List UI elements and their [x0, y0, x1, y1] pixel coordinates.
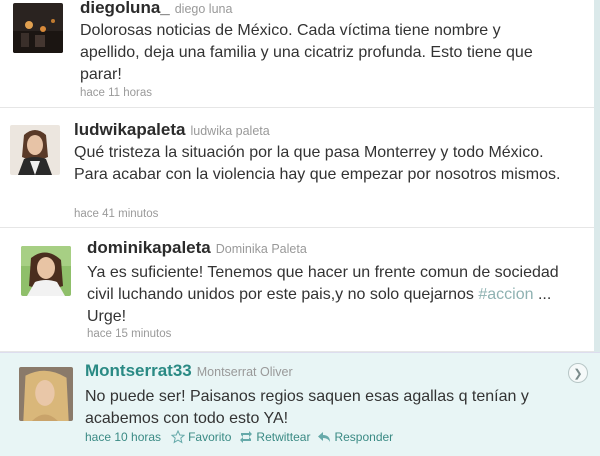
chevron-right-icon[interactable]: ❯: [568, 363, 588, 383]
timestamp[interactable]: hace 15 minutos: [87, 328, 171, 340]
screen-name[interactable]: diegoluna_: [80, 0, 170, 17]
tweet-item: ludwikapaleta ludwika paleta Qué tristeza…: [0, 108, 600, 228]
tweet-text: No puede ser! Paisanos regios saquen esa…: [85, 388, 529, 427]
tweet-text: Qué tristeza la situación por la que pas…: [74, 144, 561, 183]
tweet-item: diegoluna_ diego luna Dolorosas noticias …: [0, 0, 600, 108]
screen-name[interactable]: Montserrat33: [85, 361, 192, 380]
screen-name[interactable]: ludwikapaleta: [74, 120, 185, 139]
scrollbar-track[interactable]: [594, 0, 600, 352]
reply-button[interactable]: Responder: [318, 430, 393, 444]
favorite-button[interactable]: Favorito: [171, 430, 231, 444]
star-icon: [171, 430, 186, 444]
retweet-button[interactable]: Retwittear: [239, 430, 310, 444]
reply-icon: [318, 432, 331, 442]
avatar[interactable]: [13, 3, 63, 53]
full-name: diego luna: [174, 2, 233, 16]
tweet-header: ludwikapaleta ludwika paleta: [74, 120, 270, 140]
tweet-text: Dolorosas noticias de México. Cada vícti…: [80, 22, 533, 83]
timestamp[interactable]: hace 11 horas: [80, 87, 152, 99]
tweet-actions: hace 10 horas Favorito Retwittear Respon…: [85, 430, 401, 444]
full-name: Dominika Paleta: [215, 242, 307, 256]
hashtag-link[interactable]: #accion: [478, 286, 533, 303]
avatar[interactable]: [10, 125, 60, 175]
tweet-header: diegoluna_ diego luna: [80, 0, 232, 18]
avatar[interactable]: [21, 246, 71, 296]
tweet-header: Montserrat33 Montserrat Oliver: [85, 361, 293, 381]
screen-name[interactable]: dominikapaleta: [87, 238, 211, 257]
full-name: ludwika paleta: [190, 124, 270, 138]
tweet-header: dominikapaleta Dominika Paleta: [87, 238, 307, 258]
retweet-label: Retwittear: [256, 430, 311, 444]
reply-label: Responder: [334, 430, 394, 444]
tweet-item: Montserrat33 Montserrat Oliver ❯ No puede…: [0, 352, 600, 456]
tweet-item: dominikapaleta Dominika Paleta Ya es sufi…: [0, 228, 600, 352]
timestamp[interactable]: hace 41 minutos: [74, 208, 158, 220]
avatar[interactable]: [19, 367, 73, 421]
full-name: Montserrat Oliver: [196, 365, 293, 379]
favorite-label: Favorito: [188, 430, 232, 444]
timestamp[interactable]: hace 10 horas: [85, 430, 161, 444]
tweet-text: Ya es suficiente! Tenemos que hacer un f…: [87, 262, 572, 328]
retweet-icon: [240, 431, 253, 443]
